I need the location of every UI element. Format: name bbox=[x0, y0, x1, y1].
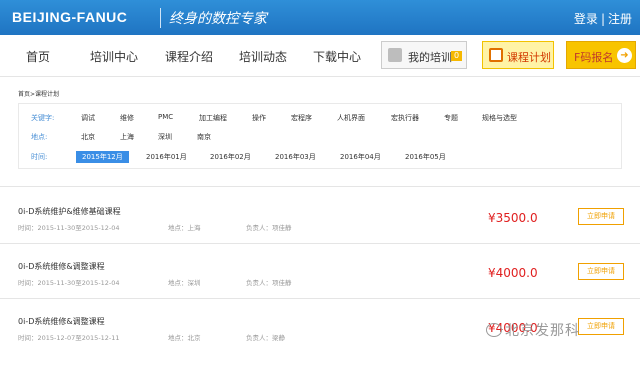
keyword-option[interactable]: 规格与选型 bbox=[482, 113, 517, 123]
nav-item-download-center[interactable]: 下载中心 bbox=[313, 48, 361, 65]
my-training-label: 我的培训 bbox=[408, 51, 452, 64]
time-option[interactable]: 2016年04月 bbox=[340, 152, 381, 162]
keyword-option[interactable]: 人机界面 bbox=[337, 113, 365, 123]
course-plan-label: 课程计划 bbox=[507, 51, 551, 64]
nav-item-home[interactable]: 首页 bbox=[26, 48, 50, 65]
location-filter-label: 地点: bbox=[31, 133, 48, 141]
time-option[interactable]: 2016年02月 bbox=[210, 152, 251, 162]
time-filter-label: 时间: bbox=[31, 153, 48, 161]
time-option[interactable]: 2016年03月 bbox=[275, 152, 316, 162]
my-training-count-badge: 0 bbox=[451, 51, 462, 61]
course-time: 时间：2015-12-07至2015-12-11 bbox=[18, 334, 120, 342]
keyword-option[interactable]: PMC bbox=[158, 113, 173, 121]
list-divider bbox=[0, 186, 640, 187]
register-link[interactable]: 注册 bbox=[608, 12, 632, 26]
brand-logo[interactable]: BEIJING-FANUC bbox=[12, 9, 127, 25]
course-location: 地点：上海 bbox=[168, 224, 201, 232]
course-owner: 负责人：梁静 bbox=[246, 334, 285, 342]
course-time: 时间：2015-11-30至2015-12-04 bbox=[18, 224, 120, 232]
keyword-option[interactable]: 宏执行器 bbox=[391, 113, 419, 123]
keyword-option[interactable]: 调试 bbox=[81, 113, 95, 123]
keyword-option[interactable]: 维修 bbox=[120, 113, 134, 123]
course-list-item: 0i-D系统维修&调整课程 时间：2015-11-30至2015-12-04 地… bbox=[18, 261, 624, 316]
keyword-option[interactable]: 操作 bbox=[252, 113, 266, 123]
breadcrumb[interactable]: 首页>课程计划 bbox=[18, 89, 59, 98]
arrow-right-icon: ➜ bbox=[617, 48, 632, 63]
auth-links: 登录 | 注册 bbox=[574, 10, 632, 27]
course-title[interactable]: 0i-D系统维护&维修基础课程 bbox=[18, 206, 121, 217]
filter-panel: 关键字: 调试 维修 PMC 加工编程 操作 宏程序 人机界面 宏执行器 专题 … bbox=[18, 103, 622, 169]
wechat-icon bbox=[486, 323, 502, 337]
course-title[interactable]: 0i-D系统维修&调整课程 bbox=[18, 316, 105, 327]
f-code-enroll-label: F码报名 bbox=[574, 51, 614, 64]
keyword-filter-label: 关键字: bbox=[31, 114, 55, 122]
keyword-option[interactable]: 加工编程 bbox=[199, 113, 227, 123]
course-title[interactable]: 0i-D系统维修&调整课程 bbox=[18, 261, 105, 272]
time-option-selected[interactable]: 2015年12月 bbox=[76, 151, 129, 163]
apply-button[interactable]: 立即申请 bbox=[578, 318, 624, 335]
course-location: 地点：北京 bbox=[168, 334, 201, 342]
course-location: 地点：深圳 bbox=[168, 279, 201, 287]
list-divider bbox=[0, 243, 640, 244]
brand-slogan: 终身的数控专家 bbox=[160, 8, 267, 28]
course-price: ¥4000.0 bbox=[488, 266, 538, 280]
location-option[interactable]: 南京 bbox=[197, 132, 211, 142]
location-option[interactable]: 北京 bbox=[81, 132, 95, 142]
list-divider bbox=[0, 298, 640, 299]
keyword-option[interactable]: 宏程序 bbox=[291, 113, 312, 123]
nav-item-course-intro[interactable]: 课程介绍 bbox=[165, 48, 213, 65]
location-option[interactable]: 深圳 bbox=[158, 132, 172, 142]
login-link[interactable]: 登录 bbox=[574, 12, 598, 26]
nav-item-training-news[interactable]: 培训动态 bbox=[239, 48, 287, 65]
f-code-enroll-button[interactable]: F码报名 ➜ bbox=[566, 41, 636, 69]
course-list-item: 0i-D系统维护&维修基础课程 时间：2015-11-30至2015-12-04… bbox=[18, 206, 624, 261]
auth-separator: | bbox=[600, 12, 605, 26]
watermark-text: 北京发那科 bbox=[505, 323, 580, 339]
course-time: 时间：2015-11-30至2015-12-04 bbox=[18, 279, 120, 287]
apply-button[interactable]: 立即申请 bbox=[578, 208, 624, 225]
user-card-icon bbox=[388, 48, 402, 62]
top-header-bar: BEIJING-FANUC 终身的数控专家 登录 | 注册 bbox=[0, 0, 640, 35]
my-training-button[interactable]: 我的培训 0 bbox=[381, 41, 467, 69]
course-price: ¥3500.0 bbox=[488, 211, 538, 225]
time-option[interactable]: 2016年05月 bbox=[405, 152, 446, 162]
course-owner: 负责人：项佳静 bbox=[246, 279, 292, 287]
nav-item-training-center[interactable]: 培训中心 bbox=[90, 48, 138, 65]
course-plan-button[interactable]: 课程计划 bbox=[482, 41, 554, 69]
apply-button[interactable]: 立即申请 bbox=[578, 263, 624, 280]
time-option[interactable]: 2016年01月 bbox=[146, 152, 187, 162]
course-owner: 负责人：项佳静 bbox=[246, 224, 292, 232]
calendar-icon bbox=[489, 48, 503, 62]
keyword-option[interactable]: 专题 bbox=[444, 113, 458, 123]
location-option[interactable]: 上海 bbox=[120, 132, 134, 142]
main-nav: 首页 培训中心 课程介绍 培训动态 下载中心 我的培训 0 课程计划 F码报名 … bbox=[0, 35, 640, 77]
